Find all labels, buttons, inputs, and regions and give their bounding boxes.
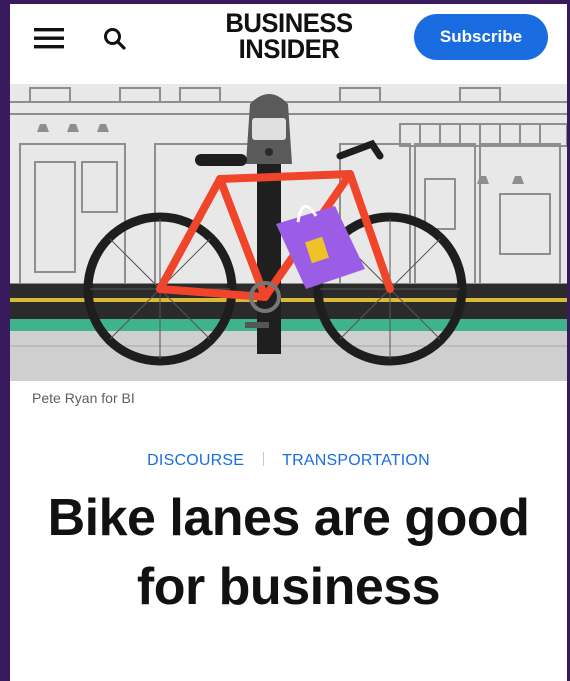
- logo-line-1: BUSINESS: [225, 8, 353, 38]
- hamburger-menu-icon[interactable]: [32, 24, 66, 52]
- tag-transportation[interactable]: TRANSPORTATION: [282, 452, 430, 469]
- business-insider-logo[interactable]: BUSINESS INSIDER: [214, 10, 364, 66]
- hero-illustration: [10, 84, 567, 381]
- search-icon[interactable]: [102, 26, 128, 52]
- image-credit: Pete Ryan for BI: [32, 390, 135, 406]
- article-page: BUSINESS INSIDER Subscribe Pete Ryan for…: [10, 4, 567, 681]
- logo-line-2: INSIDER: [238, 34, 340, 64]
- bike-parking-illustration: [10, 84, 567, 381]
- tag-discourse[interactable]: DISCOURSE: [147, 452, 244, 469]
- subscribe-button[interactable]: Subscribe: [414, 14, 548, 60]
- site-header: BUSINESS INSIDER Subscribe: [10, 4, 567, 84]
- article-tags: DISCOURSE TRANSPORTATION: [10, 452, 567, 470]
- tag-divider: [262, 452, 264, 466]
- article-headline: Bike lanes are good for business: [47, 489, 530, 616]
